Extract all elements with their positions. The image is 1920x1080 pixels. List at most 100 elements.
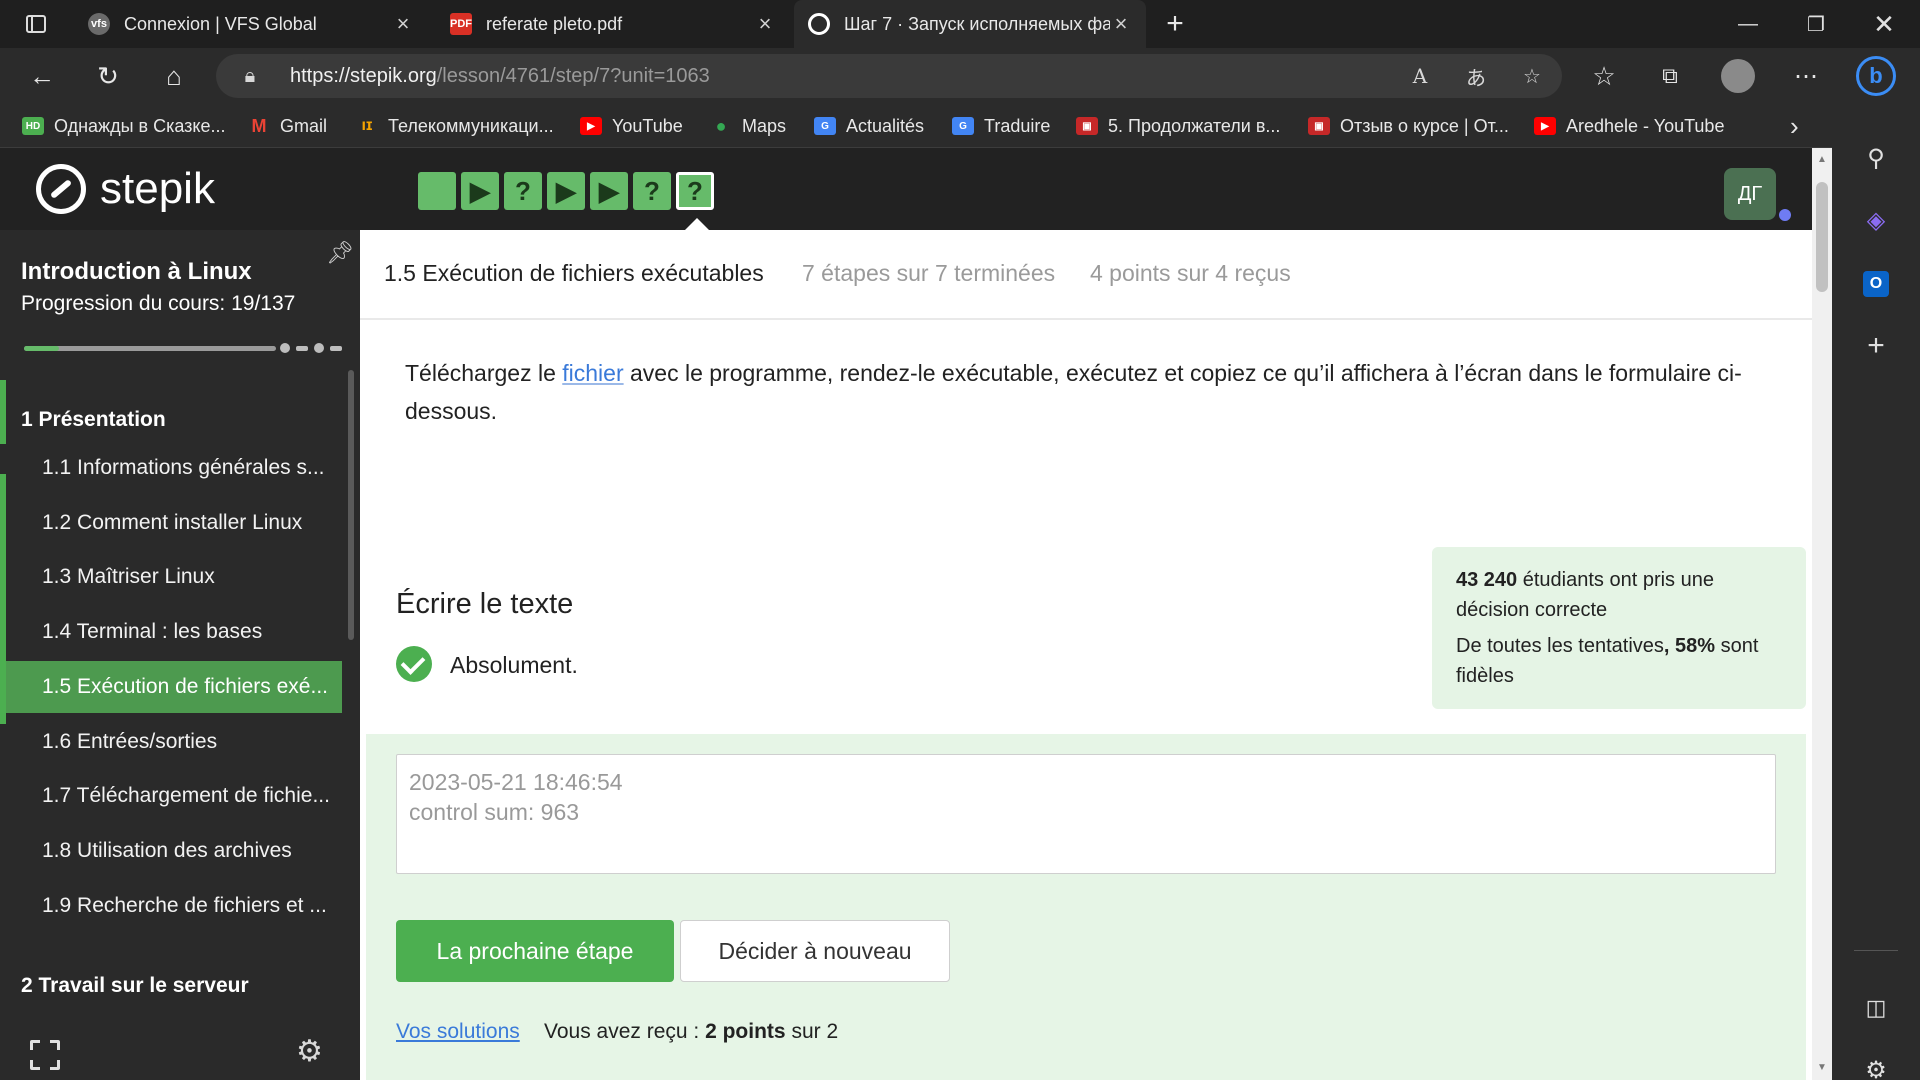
step-quiz-button[interactable]: ? (633, 172, 671, 210)
fullscreen-icon[interactable] (30, 1040, 60, 1070)
sidebar-lesson-item[interactable]: 1.7 Téléchargement de fichie... (6, 770, 342, 822)
sidebar-lesson-item[interactable]: 1.9 Recherche de fichiers et ... (6, 880, 342, 932)
tab-vfs-global[interactable]: vfs Connexion | VFS Global × (84, 0, 424, 48)
check-icon (396, 646, 432, 682)
tab-pdf[interactable]: PDF referate pleto.pdf × (446, 0, 786, 48)
bookmark-site-icon: ▣ (1076, 117, 1098, 135)
scroll-up-icon[interactable]: ▲ (1817, 154, 1827, 165)
gmail-icon: M (251, 115, 267, 136)
bookmark-item[interactable]: ▣ Отзыв о курсе | От... (1308, 104, 1509, 148)
bookmark-item[interactable]: G Traduire (952, 104, 1050, 148)
sidebar-lesson-item[interactable]: 1.1 Informations générales s... (6, 442, 342, 494)
bookmark-label: Maps (742, 115, 787, 136)
sidebar-lesson-item[interactable]: 1.6 Entrées/sorties (6, 716, 342, 768)
sidebar-lesson-item[interactable]: 1.2 Comment installer Linux (6, 497, 342, 549)
step-quiz-button[interactable]: ? (504, 172, 542, 210)
step-quiz-button[interactable]: ? (676, 172, 714, 210)
progress-dot (280, 343, 290, 353)
course-progress-label: Progression du cours: 19/137 (21, 292, 296, 315)
bookmark-item[interactable]: HD Однажды в Сказке... (22, 104, 226, 148)
favorite-add-icon[interactable]: ☆ (1512, 54, 1552, 98)
copilot-icon[interactable]: ◈ (1854, 198, 1898, 242)
stats-box: 43 240 étudiants ont pris une décision c… (1432, 547, 1806, 709)
new-tab-plus-icon[interactable]: + (1160, 0, 1190, 48)
tab-title: referate pleto.pdf (486, 13, 623, 34)
telecom-icon: ıɪ (361, 117, 373, 134)
pin-icon[interactable]: 📌︎ (326, 240, 354, 266)
vfs-favicon-icon: vfs (88, 13, 110, 35)
youtube-icon: ▶ (1534, 117, 1556, 135)
bookmark-item[interactable]: G Actualités (814, 104, 924, 148)
gear-icon[interactable]: ⚙ (1854, 1048, 1898, 1080)
page-scrollbar[interactable]: ▲ ▼ (1812, 148, 1832, 1080)
bing-icon[interactable]: b (1854, 54, 1898, 98)
favorites-icon[interactable]: ☆ (1584, 56, 1624, 96)
step-text-button[interactable] (418, 172, 456, 210)
profile-icon[interactable] (1718, 56, 1758, 96)
course-sidebar: Introduction à Linux Progression du cour… (0, 230, 360, 1080)
course-title[interactable]: Introduction à Linux (21, 258, 252, 286)
gear-icon[interactable]: ⚙ (296, 1034, 323, 1069)
sidebar-lesson-item[interactable]: 1.5 Exécution de fichiers exé... (6, 661, 342, 713)
more-menu-icon[interactable]: ⋯ (1786, 56, 1826, 96)
close-icon[interactable]: × (754, 11, 776, 37)
tab-actions-icon[interactable] (14, 0, 58, 48)
avatar[interactable]: ДГ (1724, 168, 1776, 220)
sidebar-toggle-icon[interactable]: ◫ (1854, 986, 1898, 1030)
module-title[interactable]: 1 Présentation (21, 408, 166, 432)
scroll-thumb[interactable] (1816, 182, 1828, 292)
bookmark-site-icon: ▣ (1308, 117, 1330, 135)
step-video-button[interactable]: ▶ (590, 172, 628, 210)
close-icon[interactable]: × (1110, 11, 1132, 37)
sidebar-lesson-item[interactable]: 1.8 Utilisation des archives (6, 825, 342, 877)
restore-icon[interactable]: ❐ (1782, 0, 1850, 48)
steps-completed: 7 étapes sur 7 terminées (802, 260, 1056, 286)
search-icon[interactable]: ⚲ (1854, 136, 1898, 180)
answer-textarea[interactable]: 2023-05-21 18:46:54 control sum: 963 (396, 754, 1776, 874)
tab-stepik-active[interactable]: Шаг 7 · Запуск исполняемых фа × (794, 0, 1146, 48)
instruction-text: Téléchargez le (405, 360, 563, 386)
sidebar-lesson-item[interactable]: 1.4 Terminal : les bases (6, 606, 342, 658)
url-field[interactable]: 🔒︎ https://stepik.org/lesson/4761/step/7… (216, 54, 1562, 98)
sidebar-lesson-item[interactable]: 1.3 Maîtriser Linux (6, 551, 342, 603)
sidebar-scrollbar[interactable] (348, 370, 354, 640)
stepik-logo[interactable]: stepik (36, 162, 215, 216)
step-instruction: Téléchargez le fichier avec le programme… (405, 354, 1765, 430)
solutions-link[interactable]: Vos solutions (396, 1020, 520, 1044)
translate-icon: G (952, 117, 974, 135)
translate-icon[interactable]: あ (1456, 54, 1496, 98)
chevron-right-icon[interactable]: › (1790, 104, 1799, 148)
bookmark-item[interactable]: ● Maps (710, 104, 786, 148)
close-window-icon[interactable]: ✕ (1850, 0, 1918, 48)
scroll-down-icon[interactable]: ▼ (1817, 1062, 1827, 1073)
outlook-icon[interactable]: O (1854, 262, 1898, 306)
back-arrow-icon[interactable]: ← (22, 56, 62, 96)
stats-students: 43 240 étudiants ont pris une décision c… (1456, 569, 1714, 621)
next-step-button[interactable]: La prochaine étape (396, 920, 674, 982)
read-aloud-icon[interactable]: A (1400, 54, 1440, 98)
bookmark-item[interactable]: M Gmail (248, 104, 328, 148)
close-icon[interactable]: × (392, 11, 414, 37)
step-video-button[interactable]: ▶ (547, 172, 585, 210)
bookmark-item[interactable]: ıɪ Телекоммуникаци... (356, 104, 554, 148)
home-icon[interactable]: ⌂ (154, 56, 194, 96)
bookmark-label: Однажды в Сказке... (54, 115, 226, 136)
address-bar-row: ← ↻ ⌂ 🔒︎ https://stepik.org/lesson/4761/… (0, 48, 1920, 104)
stepik-favicon-icon (808, 13, 830, 35)
bookmark-label: YouTube (612, 115, 683, 136)
minimize-icon[interactable]: — (1714, 0, 1782, 48)
bookmark-item[interactable]: ▶ Aredhele - YouTube (1534, 104, 1724, 148)
reload-icon[interactable]: ↻ (88, 56, 128, 96)
lock-icon[interactable]: 🔒︎ (230, 54, 270, 98)
bookmark-item[interactable]: ▣ 5. Продолжатели в... (1076, 104, 1280, 148)
retry-button[interactable]: Décider à nouveau (680, 920, 950, 982)
bookmark-item[interactable]: ▶ YouTube (580, 104, 683, 148)
add-plus-icon[interactable]: + (1854, 324, 1898, 368)
step-video-button[interactable]: ▶ (461, 172, 499, 210)
points-summary: Vous avez reçu : 2 points sur 2 (544, 1020, 839, 1043)
hd-icon: HD (22, 117, 44, 135)
course-progress-fill (24, 346, 60, 351)
collections-icon[interactable]: ⧉ (1650, 56, 1690, 96)
module-title[interactable]: 2 Travail sur le serveur (21, 974, 249, 998)
file-download-link[interactable]: fichier (562, 360, 623, 386)
